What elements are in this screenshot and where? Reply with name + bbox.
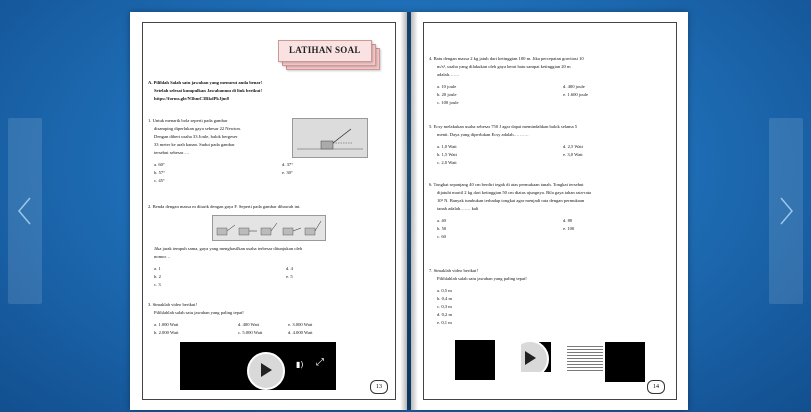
play-icon — [261, 363, 272, 377]
q4-option-b: b. 20 joule — [437, 92, 457, 97]
q7-video-panel-right[interactable] — [605, 342, 645, 382]
q3-option-d: d. 400 Watt — [238, 322, 260, 327]
q2-option-b: b. 2 — [154, 274, 161, 279]
q1-line-2: disamping diperlukan gaya sebesar 22 New… — [154, 126, 242, 131]
q3-play-button[interactable] — [247, 352, 285, 390]
q3-option-e: e. 3.000 Watt — [288, 322, 313, 327]
q6-option-e: e. 100 — [563, 226, 575, 231]
q2-option-c: c. 3 — [154, 282, 161, 287]
left-page[interactable]: LATIHAN SOAL A. Pilihlah Salah satu jawa… — [130, 12, 407, 410]
volume-icon[interactable]: ▮) — [296, 360, 304, 369]
q3-option-c: c. 5.000 Watt — [238, 330, 263, 335]
q4-option-e: e. 1.600 joule — [563, 92, 589, 97]
q7-option-e: e. 0,1 m — [437, 320, 452, 325]
q1-figure-drawing — [297, 128, 363, 150]
instruction-a: A. Pilihlah Salah satu jawaban yang menu… — [148, 80, 263, 85]
q4-option-d: d. 400 joule — [563, 84, 585, 89]
q5-option-c: c. 2,0 Watt — [437, 160, 457, 165]
q7-text: 7. Simaklah video berikut! — [429, 268, 478, 273]
q5-line-2: menit. Daya yang diperlukan Ecsy adalah…… — [437, 132, 529, 137]
play-icon — [525, 351, 536, 365]
q3-text: 3. Simaklah video berikut! — [148, 302, 197, 307]
q7-option-b: b. 0,4 m — [437, 296, 453, 301]
right-page[interactable]: 4. Batu dengan massa 2 kg jatuh dari ket… — [411, 12, 688, 410]
q6-option-d: d. 80 — [563, 218, 573, 223]
flipbook: LATIHAN SOAL A. Pilihlah Salah satu jawa… — [130, 12, 688, 410]
chevron-right-icon — [780, 197, 793, 225]
q7-option-c: c. 0,3 m — [437, 304, 452, 309]
next-page-button[interactable] — [769, 118, 803, 304]
q1-option-a: a. 60° — [154, 162, 165, 167]
form-link[interactable]: https://forms.gle/N3hmC3RkdPkJjm8 — [154, 96, 229, 102]
chevron-left-icon — [18, 197, 31, 225]
fullscreen-icon[interactable]: ⤢ — [316, 357, 324, 368]
q3-option-d2: d. 4.000 Watt — [288, 330, 313, 335]
q7-video-caption — [567, 346, 603, 372]
q2-option-e: e. 5 — [286, 274, 293, 279]
q2-option-a: a. 1 — [154, 266, 161, 271]
book-spine — [400, 12, 418, 410]
q6-option-a: a. 40 — [437, 218, 446, 223]
q3-option-a: a. 1.000 Watt — [154, 322, 179, 327]
q1-option-c: c. 45° — [154, 178, 165, 183]
q7-instruction: Pilihlahlah salah satu jawaban yang pali… — [437, 276, 527, 281]
q6-option-b: b. 50 — [437, 226, 447, 231]
q1-option-b: b. 57° — [154, 170, 166, 175]
q1-line-1: 1. Untuk menarik bola seperti pada gamba… — [148, 118, 228, 123]
q7-option-d: d. 0,2 m — [437, 312, 453, 317]
q2-text: 2. Benda dengan massa m ditarik dengan g… — [148, 204, 301, 209]
q6-line-1: 6. Tongkat sepanjang 40 cm berdiri tegak… — [429, 182, 584, 187]
q1-line-5: tersebut sebesar…. — [154, 150, 189, 155]
q5-option-e: e. 3,0 Watt — [563, 152, 583, 157]
q3-instruction: Pilihlahlah salah satu jawaban yang pali… — [154, 310, 244, 315]
q4-line-2: m/s², usaha yang dilakukan oleh gaya ber… — [437, 64, 571, 69]
q5-option-d: d. 2,5 Watt — [563, 144, 583, 149]
q7-option-a: a. 0,5 m — [437, 288, 452, 293]
q7-play-button[interactable] — [511, 340, 549, 378]
banner-sheet-front: LATIHAN SOAL — [278, 40, 372, 62]
page-number-left: 13 — [370, 380, 388, 394]
q4-option-c: c. 100 joule — [437, 100, 459, 105]
q1-option-d: d. 37° — [282, 162, 294, 167]
banner-title: LATIHAN SOAL — [289, 45, 361, 55]
previous-page-button[interactable] — [8, 118, 42, 304]
q3-option-b: b. 2.000 Watt — [154, 330, 179, 335]
page-number-right: 14 — [647, 380, 665, 394]
instruction-b: Setelah selesai kumpulkan Jawabanmu di l… — [154, 88, 262, 93]
q4-option-a: a. 10 joule — [437, 84, 457, 89]
q4-line-3: adalah……. — [437, 72, 460, 77]
q1-line-4: 33 meter ke arah kanan. Sudut pada gamba… — [154, 142, 235, 147]
q6-line-3: 10³ N. Banyak tumbukan terhadap tongkat … — [437, 198, 585, 203]
q6-line-4: tanah adalah……. kali — [437, 206, 479, 211]
q2-line-2: nomor… — [154, 254, 171, 259]
q5-option-b: b. 1,5 Watt — [437, 152, 457, 157]
q2-option-d: d. 4 — [286, 266, 293, 271]
q5-option-a: a. 1,0 Watt — [437, 144, 457, 149]
q1-line-3: Dengan diberi usaha 33 Joule, balok berg… — [154, 134, 238, 139]
q5-line-1: 5. Ecsy melakukan usaha sebesar 750 J ag… — [429, 124, 578, 129]
q2-figure-drawing — [216, 220, 322, 236]
q4-line-1: 4. Batu dengan massa 2 kg jatuh dari ket… — [429, 56, 584, 61]
q6-line-2: dijatuhi martil 2 kg dari ketinggian 50 … — [437, 190, 592, 195]
q2-figure — [212, 215, 326, 241]
q7-video-panel-left[interactable] — [455, 340, 495, 380]
q6-option-c: c. 60 — [437, 234, 446, 239]
q1-option-e: e. 30° — [282, 170, 293, 175]
section-banner: LATIHAN SOAL — [278, 40, 380, 70]
q2-line-1: Jika jarak tempuh sama, gaya yang mengha… — [154, 246, 303, 251]
q1-figure — [292, 118, 368, 158]
